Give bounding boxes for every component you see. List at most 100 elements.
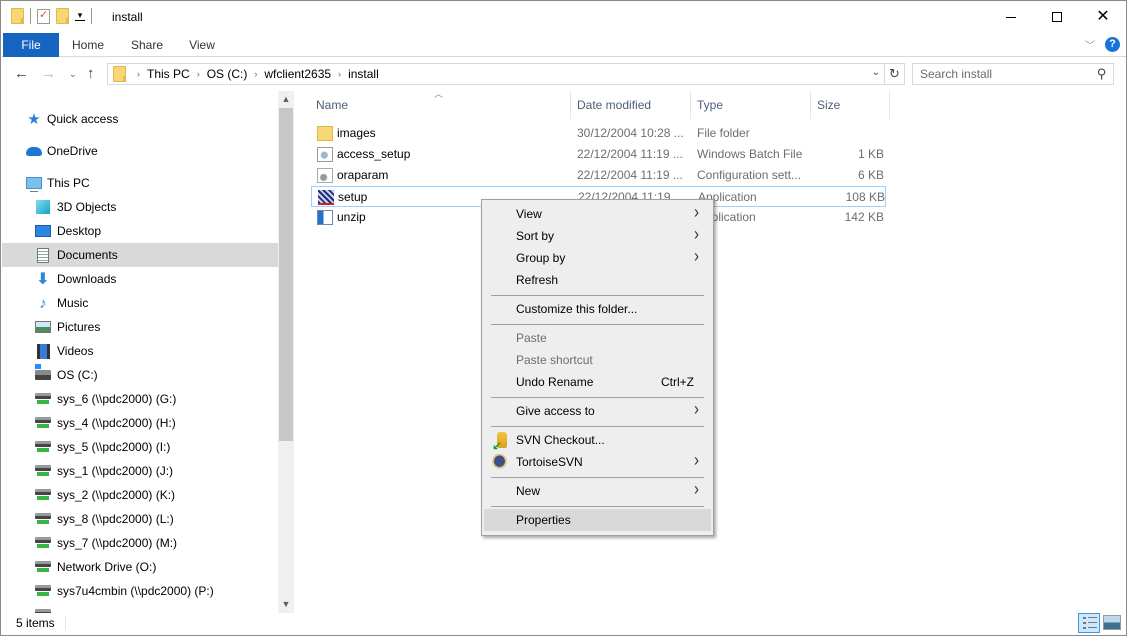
nav-item-quick-access[interactable]: ★ Quick access (2, 107, 278, 131)
nav-item-network-drive[interactable]: sys_4 (\\pdc2000) (H:) (2, 411, 278, 435)
network-drive-icon (35, 439, 51, 455)
nav-item-music[interactable]: ♪ Music (2, 291, 278, 315)
nav-item-network-drive[interactable]: sys_7 (\\pdc2000) (M:) (2, 531, 278, 555)
address-history-chevron-icon[interactable]: ⌄ (872, 67, 880, 78)
nav-item-network-drive[interactable]: sys_2 (\\pdc2000) (K:) (2, 483, 278, 507)
help-icon[interactable]: ? (1105, 37, 1120, 52)
column-header-size[interactable]: Size (810, 91, 890, 119)
menu-item-paste[interactable]: Paste (484, 327, 711, 349)
nav-item-label: Documents (57, 248, 118, 262)
menu-item-sort-by[interactable]: Sort by › (484, 224, 711, 247)
nav-item-downloads[interactable]: ⬇ Downloads (2, 267, 278, 291)
breadcrumb-os-drive[interactable]: OS (C:) (203, 67, 252, 81)
network-drive-icon (35, 463, 51, 479)
details-view-icon[interactable] (1078, 613, 1100, 633)
pictures-icon (35, 319, 51, 335)
expand-ribbon-chevron-icon[interactable]: ﹀ (1085, 37, 1095, 52)
nav-item-onedrive[interactable]: OneDrive (2, 139, 278, 163)
nav-item-label: Videos (57, 344, 94, 358)
file-row[interactable]: images 30/12/2004 10:28 ... File folder (311, 123, 886, 144)
menu-separator (491, 324, 704, 325)
search-icon[interactable]: ⚲ (1097, 66, 1107, 82)
nav-item-network-drive[interactable]: sys_8 (\\pdc2000) (L:) (2, 507, 278, 531)
nav-item-pictures[interactable]: Pictures (2, 315, 278, 339)
maximize-button[interactable] (1034, 1, 1080, 33)
menu-item-refresh[interactable]: Refresh (484, 269, 711, 291)
menu-item-svn-checkout[interactable]: ↙ SVN Checkout... (484, 429, 711, 453)
scroll-up-chevron-icon[interactable]: ▲ (278, 91, 294, 108)
file-row[interactable]: access_setup 22/12/2004 11:19 ... Window… (311, 144, 886, 165)
properties-icon[interactable] (37, 8, 50, 24)
nav-item-this-pc[interactable]: This PC (2, 171, 278, 195)
nav-item-network-drive[interactable]: sys_1 (\\pdc2000) (J:) (2, 459, 278, 483)
nav-item-label: sys_1 (\\pdc2000) (J:) (57, 464, 174, 478)
tab-home[interactable]: Home (63, 33, 113, 57)
column-header-type[interactable]: Type (690, 91, 810, 119)
folder-icon (113, 66, 126, 82)
nav-item-videos[interactable]: Videos (2, 339, 278, 363)
menu-separator (491, 477, 704, 478)
batch-file-icon (317, 147, 333, 162)
tab-share[interactable]: Share (121, 33, 173, 57)
breadcrumb-separator-icon[interactable]: › (335, 69, 344, 79)
breadcrumb-separator-icon[interactable]: › (194, 69, 203, 79)
menu-item-customize-folder[interactable]: Customize this folder... (484, 298, 711, 320)
star-icon: ★ (27, 111, 41, 128)
search-box[interactable]: ⚲ (912, 63, 1114, 85)
customize-toolbar-dropdown-icon[interactable]: ▾ (75, 11, 85, 21)
breadcrumb-separator-icon[interactable]: › (251, 69, 260, 79)
breadcrumb-install[interactable]: install (344, 67, 383, 81)
file-size: 108 KB (845, 190, 885, 204)
breadcrumb-wfclient2635[interactable]: wfclient2635 (260, 67, 335, 81)
close-button[interactable]: ✕ (1080, 1, 1126, 33)
column-header-name[interactable]: Name (310, 91, 570, 119)
nav-item-network-drive-partial[interactable] (2, 603, 278, 613)
menu-item-undo-rename[interactable]: Undo Rename Ctrl+Z (484, 371, 711, 393)
minimize-button[interactable] (988, 1, 1034, 33)
menu-item-label: Undo Rename (516, 375, 594, 389)
nav-item-network-drive[interactable]: sys_5 (\\pdc2000) (I:) (2, 435, 278, 459)
quick-access-toolbar: ▾ (11, 8, 92, 24)
menu-item-group-by[interactable]: Group by › (484, 246, 711, 269)
scroll-down-chevron-icon[interactable]: ▼ (278, 596, 294, 613)
nav-pane-scrollbar[interactable]: ▲ ▼ (278, 91, 294, 613)
nav-item-label: Pictures (57, 320, 101, 334)
status-bar: 5 items (1, 613, 1126, 635)
refresh-button[interactable]: ↻ (885, 63, 905, 85)
nav-item-network-drive[interactable]: sys_6 (\\pdc2000) (G:) (2, 387, 278, 411)
large-icons-view-icon[interactable] (1103, 615, 1121, 630)
file-name: unzip (337, 210, 366, 224)
nav-item-3d-objects[interactable]: 3D Objects (2, 195, 278, 219)
nav-item-desktop[interactable]: Desktop (2, 219, 278, 243)
new-folder-icon[interactable] (56, 8, 69, 24)
breadcrumb-this-pc[interactable]: This PC (143, 67, 194, 81)
menu-item-properties[interactable]: Properties (484, 509, 711, 531)
menu-item-new[interactable]: New › (484, 479, 711, 502)
tab-view[interactable]: View (179, 33, 225, 57)
tab-file[interactable]: File (3, 33, 59, 57)
file-type: File folder (697, 126, 750, 140)
nav-item-label: sys_8 (\\pdc2000) (L:) (57, 512, 174, 526)
recent-locations-chevron-icon[interactable]: ⌄ (69, 69, 77, 80)
menu-item-tortoisesvn[interactable]: TortoiseSVN › (484, 450, 711, 473)
nav-item-network-drive[interactable]: Network Drive (O:) (2, 555, 278, 579)
menu-item-view[interactable]: View › (484, 202, 711, 225)
column-header-date-modified[interactable]: Date modified (570, 91, 690, 119)
file-name: setup (338, 190, 368, 204)
back-arrow-icon[interactable]: ← (14, 65, 29, 82)
menu-item-label: TortoiseSVN (516, 455, 583, 469)
breadcrumb-separator-icon[interactable]: › (134, 69, 143, 79)
address-bar[interactable]: › This PC › OS (C:) › wfclient2635 › ins… (107, 63, 885, 85)
nav-item-os-drive[interactable]: OS (C:) (2, 363, 278, 387)
scrollbar-thumb[interactable] (279, 108, 293, 441)
file-row[interactable]: oraparam 22/12/2004 11:19 ... Configurat… (311, 165, 886, 186)
menu-item-give-access[interactable]: Give access to › (484, 399, 711, 422)
folder-icon[interactable] (11, 8, 24, 24)
forward-arrow-icon[interactable]: → (41, 65, 56, 82)
search-input[interactable] (913, 64, 1083, 84)
download-icon: ⬇ (36, 271, 50, 288)
up-arrow-icon[interactable]: ↑ (87, 65, 95, 82)
nav-item-documents[interactable]: Documents (2, 243, 278, 267)
nav-item-network-drive[interactable]: sys7u4cmbin (\\pdc2000) (P:) (2, 579, 278, 603)
menu-item-paste-shortcut[interactable]: Paste shortcut (484, 349, 711, 371)
